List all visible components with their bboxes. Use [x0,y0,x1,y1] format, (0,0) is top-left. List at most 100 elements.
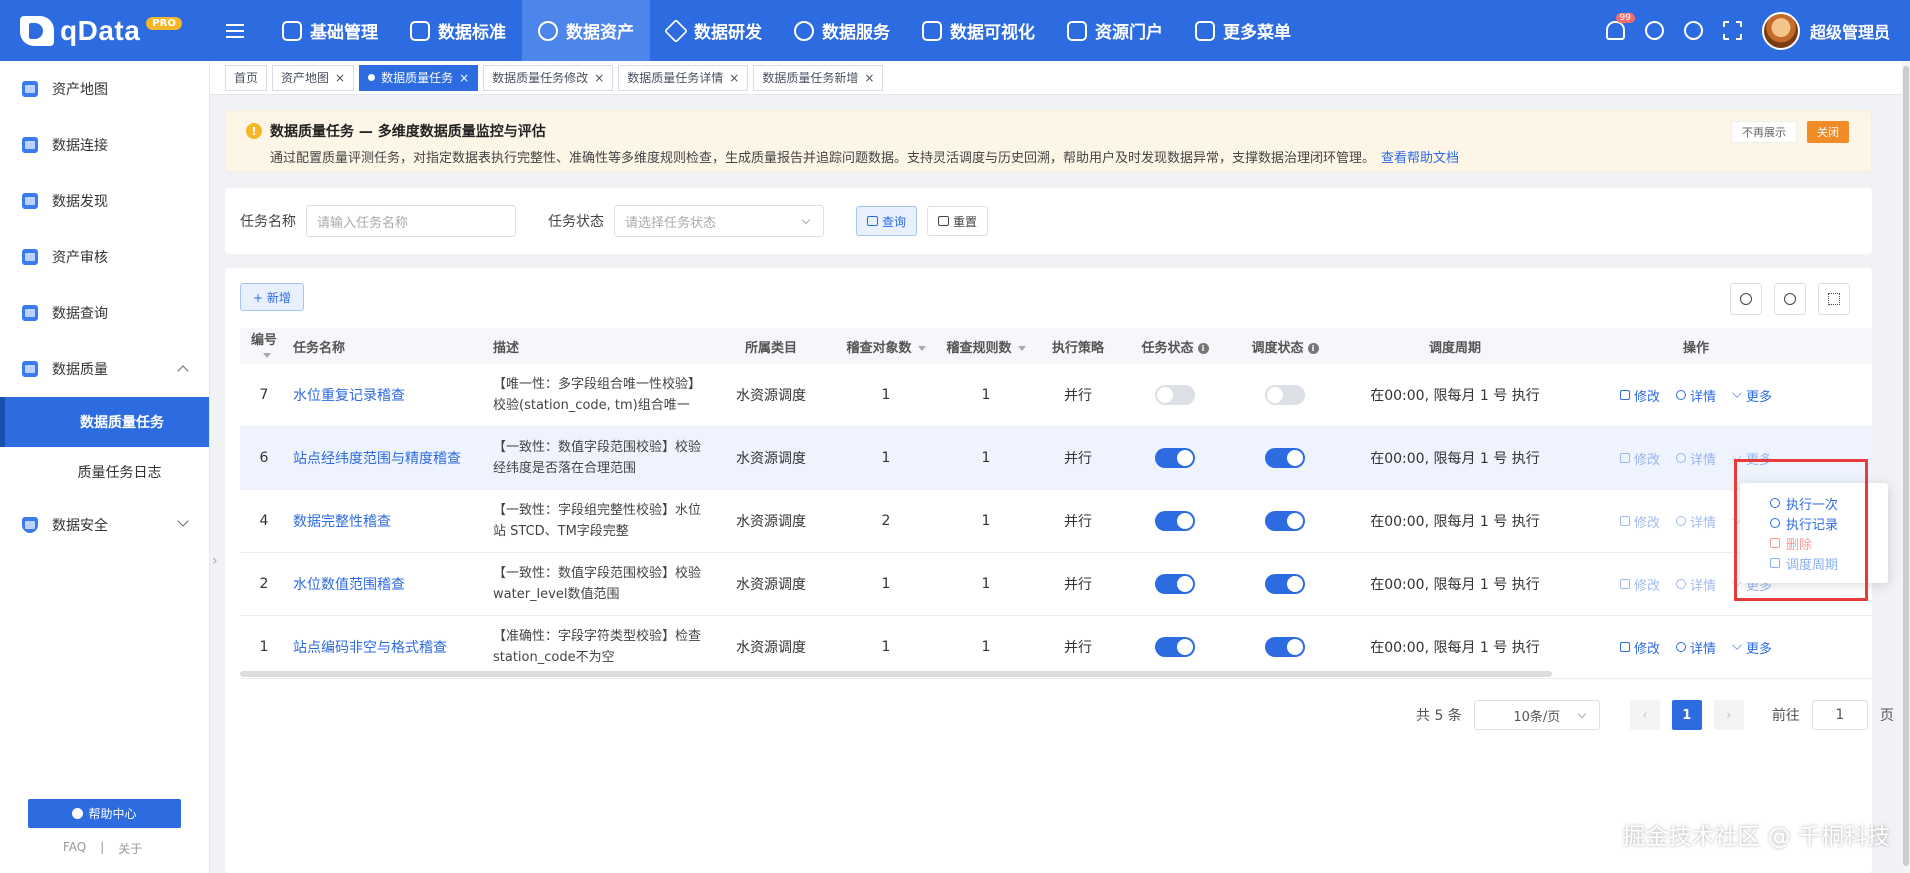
cell-task-name-link[interactable]: 站点经纬度范围与精度稽查 [288,448,488,468]
sched-status-switch[interactable] [1265,511,1305,531]
close-icon[interactable]: × [729,71,739,85]
more-button[interactable]: 更多 [1732,638,1772,657]
sidebar-collapse-handle[interactable]: › [212,553,218,569]
about-link[interactable]: 关于 [118,840,142,857]
detail-button[interactable]: 详情 [1675,449,1716,468]
sidebar-item-data-connect[interactable]: 数据连接 [0,117,209,173]
edit-button[interactable]: 修改 [1619,512,1660,531]
goto-page-input[interactable]: 1 [1811,700,1868,730]
bell-icon[interactable]: 99 [1605,13,1635,40]
cell-task-name-link[interactable]: 数据完整性稽查 [288,511,488,531]
user-name[interactable]: 超级管理员 [1810,19,1890,43]
sidebar-item-data-discovery[interactable]: 数据发现 [0,173,209,229]
cell-task-name-link[interactable]: 站点编码非空与格式稽查 [288,637,488,657]
tab-home[interactable]: 首页 [225,64,268,91]
vertical-scrollbar[interactable] [1903,66,1909,866]
nav-item-asset[interactable]: 数据资产 [522,0,650,61]
tab-quality-task[interactable]: 数据质量任务 × [359,64,479,91]
nav-item-dev[interactable]: 数据研发 [650,0,778,61]
help-doc-link[interactable]: 查看帮助文档 [1381,151,1459,166]
task-status-switch[interactable] [1155,637,1195,657]
cell-strategy: 并行 [1064,451,1092,467]
edit-button[interactable]: 修改 [1619,449,1660,468]
tab-quality-task-edit[interactable]: 数据质量任务修改 × [483,64,614,91]
sidebar-item-asset-audit[interactable]: 资产审核 [0,229,209,285]
nav-item-standard[interactable]: 数据标准 [394,0,522,61]
sidebar-subitem-quality-task[interactable]: 数据质量任务 [0,397,209,447]
edit-button[interactable]: 修改 [1619,638,1660,657]
close-icon[interactable]: × [459,71,469,85]
sched-status-switch[interactable] [1265,448,1305,468]
search-icon[interactable] [1683,21,1703,40]
nav-item-basic[interactable]: 基础管理 [266,0,394,61]
help-center-button[interactable]: 帮助中心 [28,799,181,828]
header-rule-count[interactable]: 稽查规则数 [936,337,1036,356]
faq-link[interactable]: FAQ [63,840,86,857]
nav-item-service[interactable]: 数据服务 [778,0,906,61]
toggle-search-button[interactable] [1730,283,1762,315]
logo[interactable]: qData PRO [0,0,222,61]
sidebar-item-data-security[interactable]: 数据安全 [0,497,209,553]
menu-item-schedule[interactable]: 调度周期 [1770,553,1888,573]
menu-item-delete[interactable]: 删除 [1770,533,1888,553]
more-button[interactable]: 更多 [1732,386,1772,405]
sidebar-subitem-quality-log[interactable]: 质量任务日志 [0,447,209,497]
task-status-switch[interactable] [1155,574,1195,594]
question-icon [72,808,84,819]
detail-button[interactable]: 详情 [1675,386,1716,405]
sched-status-switch[interactable] [1265,637,1305,657]
sidebar-item-data-query[interactable]: 数据查询 [0,285,209,341]
fullscreen-icon[interactable] [1722,21,1742,40]
close-notice-button[interactable]: 关闭 [1807,121,1849,143]
task-name-input[interactable]: 请输入任务名称 [306,205,516,237]
sort-icon[interactable] [1017,345,1026,351]
tab-quality-task-detail[interactable]: 数据质量任务详情 × [618,64,749,91]
edit-button[interactable]: 修改 [1619,575,1660,594]
nav-item-portal[interactable]: 资源门户 [1051,0,1179,61]
page-number[interactable]: 1 [1671,700,1702,730]
sidebar-item-asset-map[interactable]: 资产地图 [0,61,209,117]
tab-asset-map[interactable]: 资产地图 × [272,64,355,91]
task-status-switch[interactable] [1155,511,1195,531]
info-icon[interactable]: i [1197,342,1209,354]
header-obj-count[interactable]: 稽查对象数 [836,337,936,356]
task-status-switch[interactable] [1155,385,1195,405]
sidebar-item-data-quality[interactable]: 数据质量 [0,341,209,397]
nav-item-more[interactable]: 更多菜单 [1179,0,1307,61]
add-button[interactable]: + 新增 [240,283,304,311]
menu-toggle-icon[interactable] [226,23,244,38]
cell-task-name-link[interactable]: 水位数值范围稽查 [288,574,488,594]
detail-button[interactable]: 详情 [1675,512,1716,531]
next-page-button[interactable]: › [1713,700,1744,730]
sched-status-switch[interactable] [1265,385,1305,405]
avatar[interactable] [1761,11,1800,50]
sched-status-switch[interactable] [1265,574,1305,594]
query-button[interactable]: 查询 [856,206,918,236]
task-status-switch[interactable] [1155,448,1195,468]
columns-button[interactable] [1818,283,1850,315]
refresh-icon[interactable] [1644,21,1664,40]
detail-button[interactable]: 详情 [1675,575,1716,594]
refresh-button[interactable] [1774,283,1806,315]
sort-icon[interactable] [263,353,271,358]
prev-page-button[interactable]: ‹ [1629,700,1660,730]
close-icon[interactable]: × [335,71,345,85]
menu-item-run-once[interactable]: 执行一次 [1770,493,1888,513]
reset-button[interactable]: 重置 [927,206,989,236]
hide-notice-button[interactable]: 不再展示 [1731,121,1797,143]
header-id[interactable]: 编号 [240,329,288,363]
nav-item-visual[interactable]: 数据可视化 [906,0,1051,61]
more-button[interactable]: 更多 [1732,449,1772,468]
info-icon[interactable]: i [1307,342,1319,354]
page-size-select[interactable]: 10条/页 [1473,700,1600,730]
tab-quality-task-add[interactable]: 数据质量任务新增 × [753,64,884,91]
sort-icon[interactable] [917,345,926,351]
close-icon[interactable]: × [594,71,604,85]
task-status-select[interactable]: 请选择任务状态 [614,205,824,237]
cell-task-name-link[interactable]: 水位重复记录稽查 [288,385,488,405]
horizontal-scrollbar[interactable] [240,671,1552,677]
close-icon[interactable]: × [864,71,874,85]
menu-item-run-log[interactable]: 执行记录 [1770,513,1888,533]
detail-button[interactable]: 详情 [1675,638,1716,657]
edit-button[interactable]: 修改 [1619,386,1660,405]
